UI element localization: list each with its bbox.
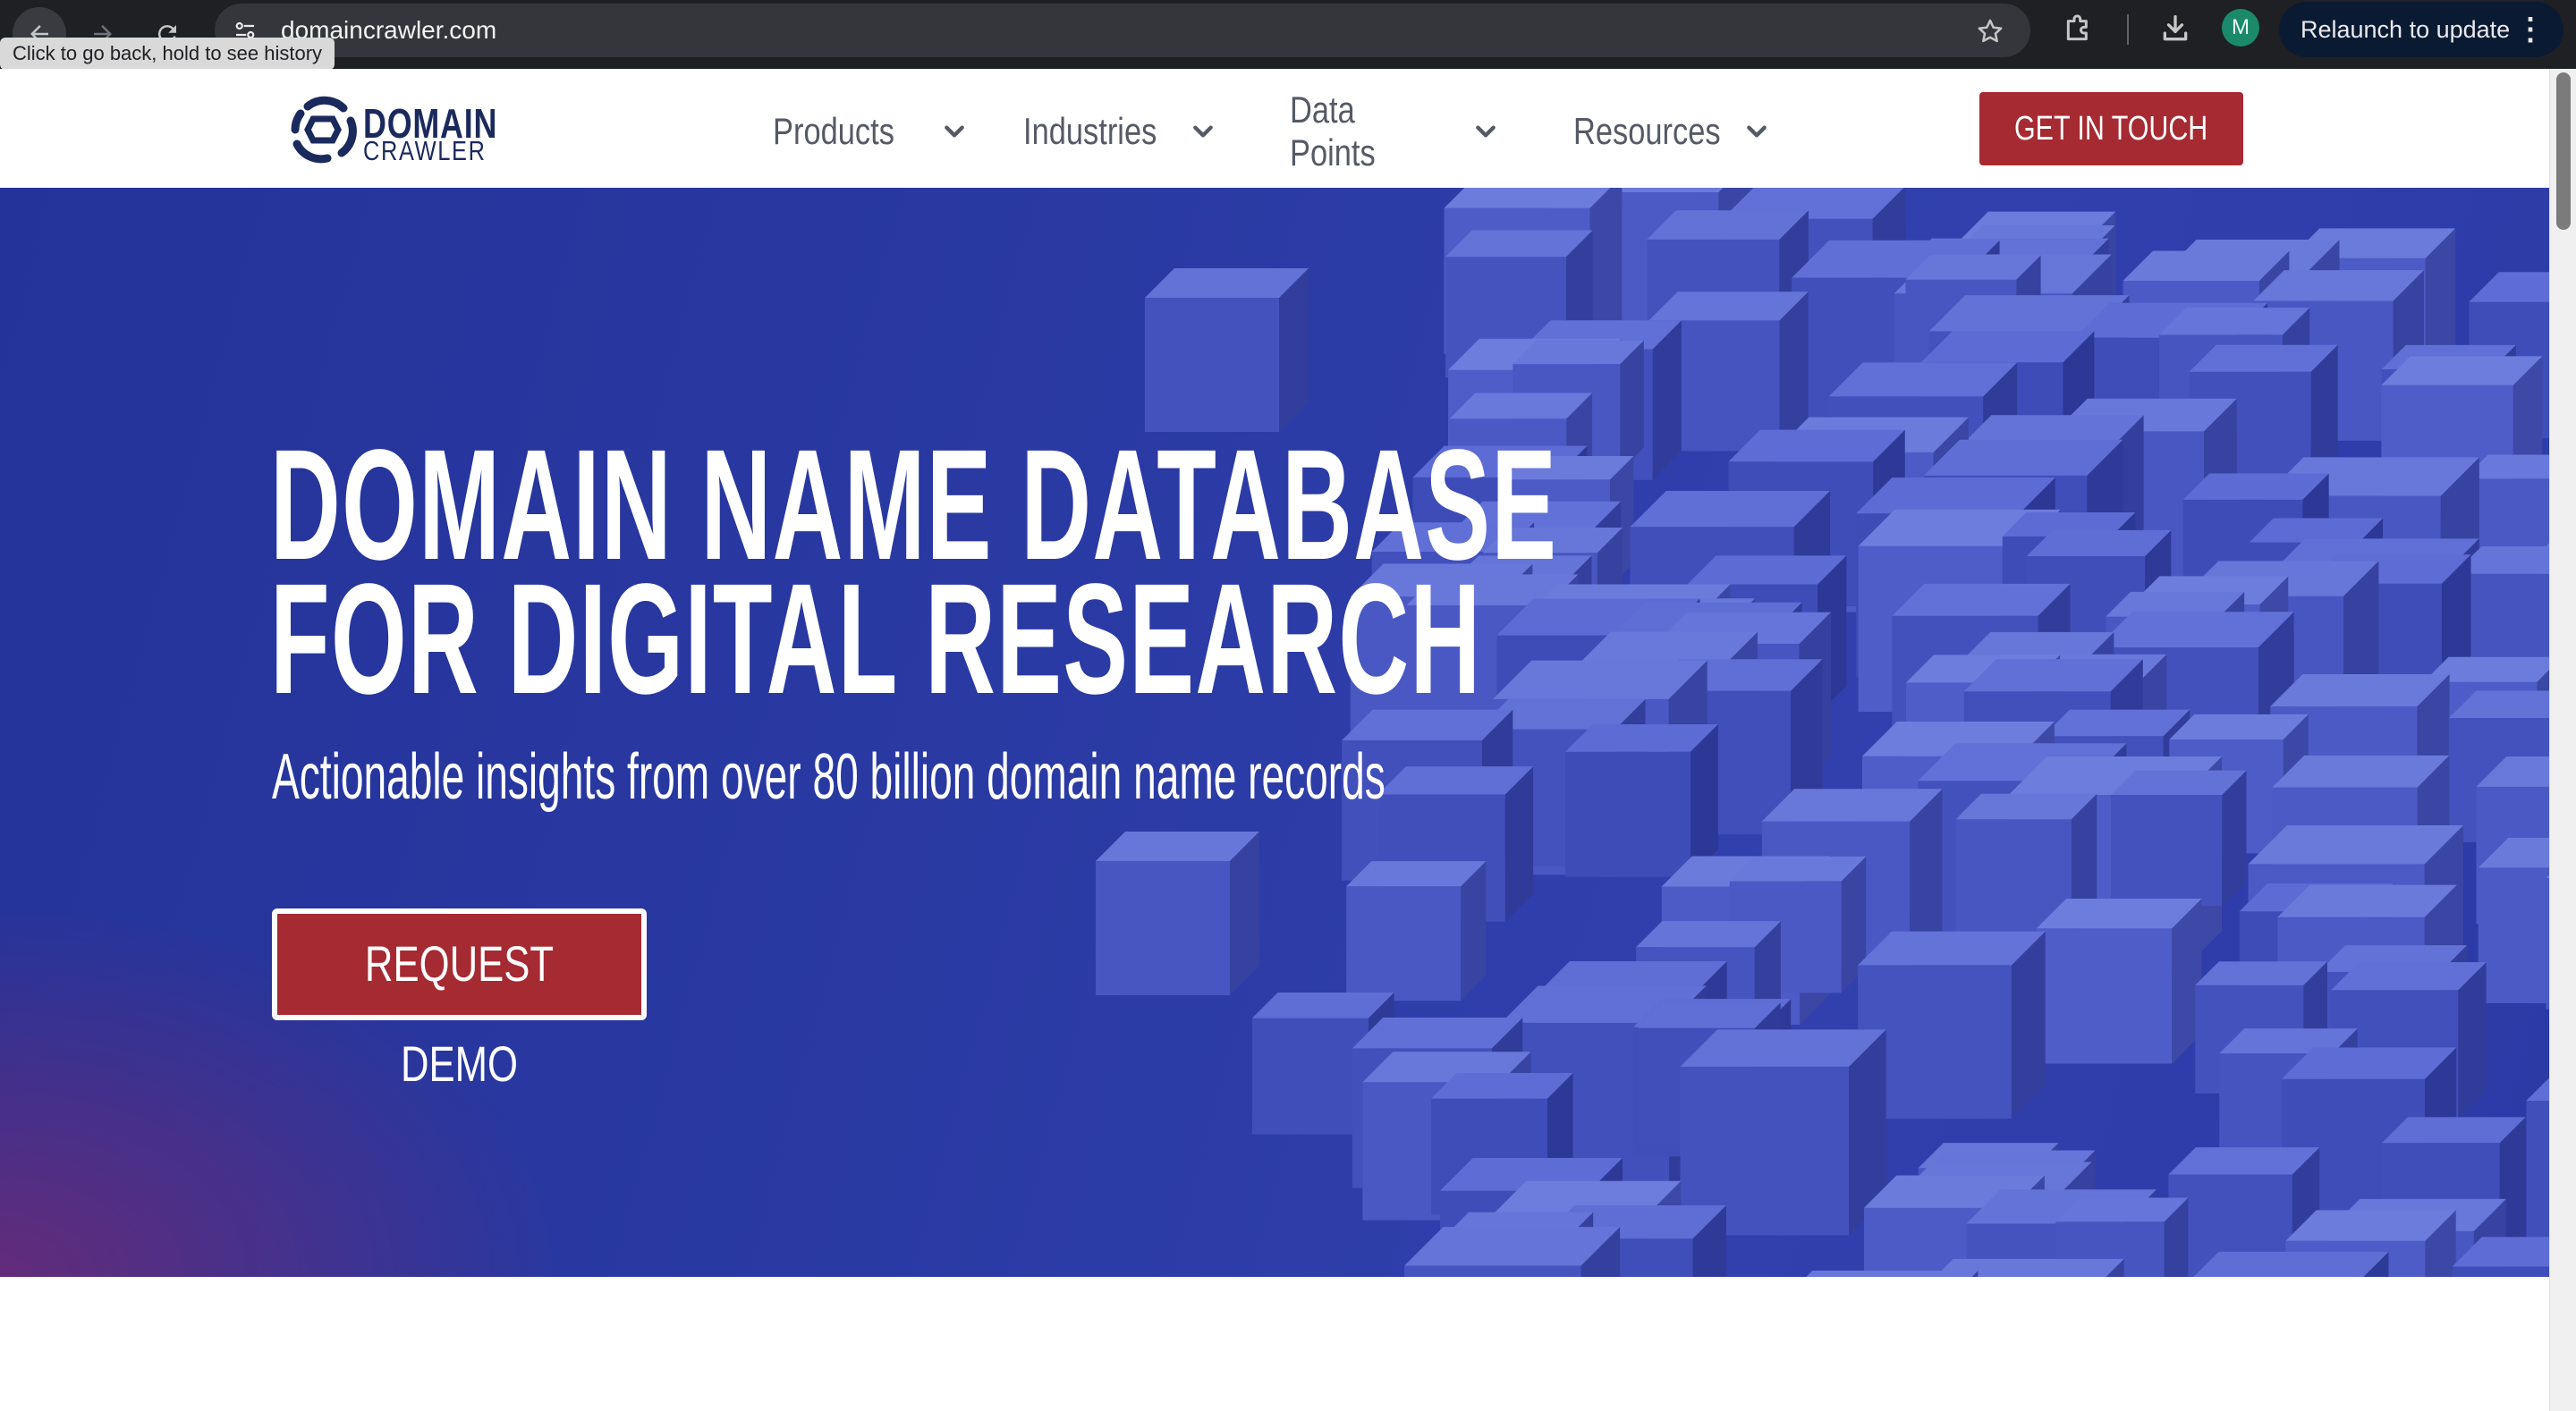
cube-shape bbox=[2526, 1077, 2549, 1238]
cube-shape bbox=[1680, 1029, 1886, 1236]
scrollbar-thumb[interactable] bbox=[2556, 72, 2571, 230]
chevron-down-icon bbox=[945, 125, 964, 138]
toolbar-divider bbox=[2127, 14, 2129, 45]
address-bar[interactable]: domaincrawler.com bbox=[215, 4, 2030, 57]
hero-section: DOMAIN NAME DATABASE FOR DIGITAL RESEARC… bbox=[0, 188, 2549, 1277]
nav-resources[interactable]: Resources bbox=[1573, 105, 1768, 158]
nav-data-points[interactable]: Data Points bbox=[1290, 89, 1497, 173]
nav-products[interactable]: Products bbox=[773, 105, 966, 158]
cube-shape bbox=[1404, 1227, 1621, 1277]
chevron-down-icon bbox=[1747, 125, 1767, 138]
hero-title: DOMAIN NAME DATABASE FOR DIGITAL RESEARC… bbox=[270, 427, 1557, 727]
extensions-button[interactable] bbox=[2061, 11, 2097, 46]
page-scrollbar[interactable] bbox=[2549, 69, 2576, 1411]
downloads-button[interactable] bbox=[2157, 11, 2193, 46]
nav-industries[interactable]: Industries bbox=[1023, 105, 1215, 158]
request-demo-button[interactable]: REQUEST DEMO bbox=[272, 908, 647, 1092]
domaincrawler-logo[interactable]: DOMAIN CRAWLER bbox=[288, 96, 496, 166]
site-header: DOMAIN CRAWLER Products Industries Data … bbox=[0, 69, 2549, 188]
extensions-icon bbox=[2066, 14, 2088, 41]
request-demo-label: REQUEST DEMO bbox=[364, 935, 555, 1092]
download-icon bbox=[2163, 15, 2188, 41]
cube-shape bbox=[2478, 837, 2549, 1003]
hero-subtitle: Actionable insights from over 80 billion… bbox=[272, 741, 1385, 813]
nav-products-label: Products bbox=[773, 110, 894, 152]
profile-avatar[interactable]: M bbox=[2222, 9, 2259, 46]
cube-shape bbox=[1346, 861, 1487, 1001]
cube-shape bbox=[2110, 770, 2247, 907]
relaunch-label: Relaunch to update bbox=[2301, 16, 2511, 43]
cube-shape bbox=[1096, 832, 1259, 995]
cube-shape bbox=[1806, 1271, 1979, 1277]
nav-data-points-label: Data Points bbox=[1290, 89, 1376, 173]
more-vert-icon[interactable]: ⋮ bbox=[2515, 2, 2546, 57]
cube-shape bbox=[2036, 898, 2202, 1064]
relaunch-to-update-button[interactable]: Relaunch to update ⋮ bbox=[2279, 2, 2563, 57]
logo-mark-icon bbox=[291, 96, 357, 164]
cube-shape bbox=[1145, 268, 1309, 432]
browser-toolbar: domaincrawler.com M Relaunch to update ⋮… bbox=[0, 0, 2576, 70]
nav-resources-label: Resources bbox=[1573, 110, 1721, 152]
cube-shape bbox=[1565, 724, 1718, 877]
get-in-touch-button[interactable]: GET IN TOUCH bbox=[1979, 92, 2243, 165]
chevron-down-icon bbox=[1476, 125, 1496, 138]
hero-title-line-2: FOR DIGITAL RESEARCH bbox=[270, 552, 1482, 727]
chevron-down-icon bbox=[1193, 125, 1213, 138]
nav-industries-label: Industries bbox=[1023, 110, 1157, 152]
get-in-touch-label: GET IN TOUCH bbox=[2014, 110, 2208, 148]
logo-text-crawler: CRAWLER bbox=[363, 135, 487, 166]
star-icon[interactable] bbox=[1975, 16, 2005, 46]
back-button-tooltip: Click to go back, hold to see history bbox=[0, 38, 335, 70]
